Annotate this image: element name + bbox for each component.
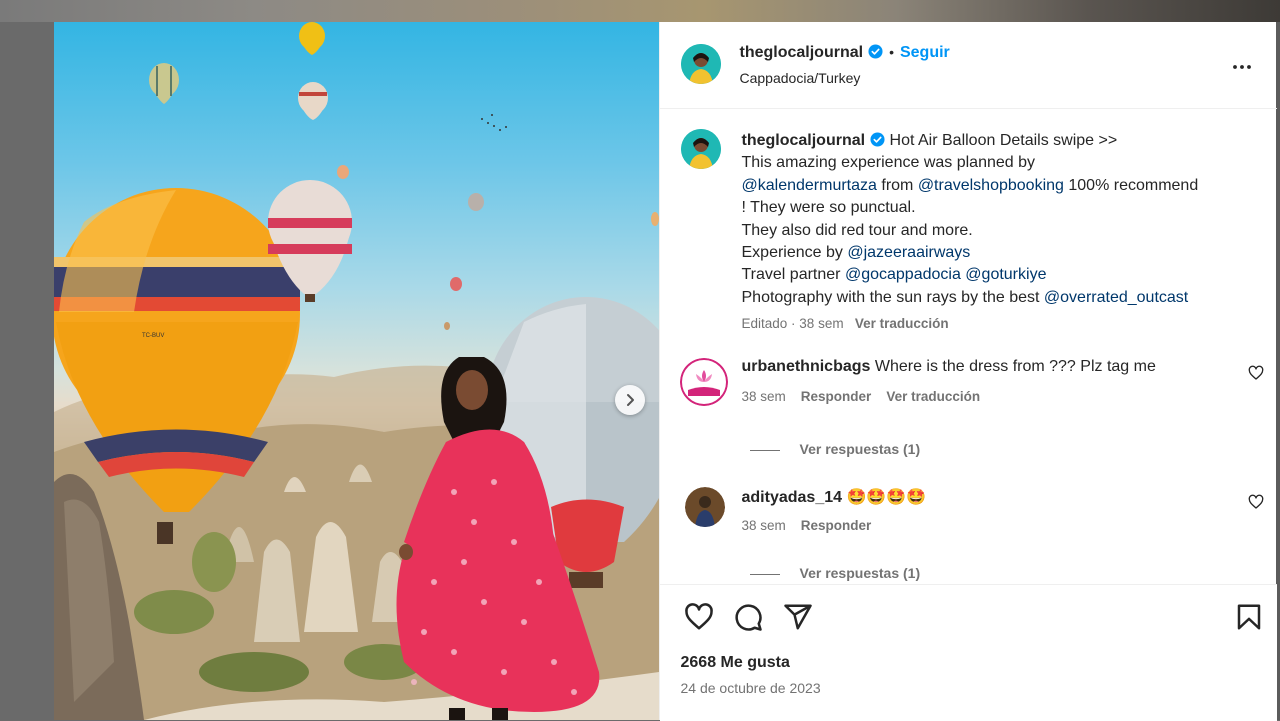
mention-link[interactable]: @goturkiye (965, 266, 1046, 283)
comment-line: adityadas_14 🤩🤩🤩🤩 (742, 487, 927, 507)
caption-text: Hot Air Balloon Details swipe >> (889, 132, 1118, 149)
avatar-image (684, 487, 725, 527)
svg-text:TC-BUV: TC-BUV (142, 333, 164, 339)
meta-separator: · (787, 316, 800, 331)
caption-line: This amazing experience was planned by (741, 154, 1036, 172)
caption-line: @kalendermurtaza from @travelshopbooking… (742, 175, 1252, 197)
comment-like-icon[interactable] (1248, 365, 1264, 381)
mention-link[interactable]: @gocappadocia (845, 266, 961, 283)
verified-badge-icon (868, 44, 883, 59)
comment-time[interactable]: 38 sem (742, 518, 786, 533)
view-replies-button[interactable]: Ver respuestas (1) (749, 441, 921, 457)
caption-text: Experience by (741, 244, 848, 262)
caption-text: 100% recommend (1063, 176, 1199, 194)
caption-line: They also did red tour and more. (741, 221, 973, 239)
mention-link[interactable]: @jazeeraairways (847, 244, 970, 261)
likes-count[interactable]: 2668 Me gusta (681, 654, 790, 672)
header-line: theglocaljournal • Seguir (740, 44, 950, 62)
more-options-icon (1232, 65, 1251, 69)
avatar-image (680, 44, 721, 84)
comment-text: Where is the dress from ??? Plz tag me (874, 358, 1156, 375)
edited-label: Editado (741, 316, 788, 331)
verified-badge-icon (870, 132, 885, 147)
caption-time[interactable]: 38 sem (799, 316, 843, 331)
next-image-button[interactable] (615, 385, 645, 415)
view-replies-label: Ver respuestas (1) (799, 565, 921, 581)
comment-avatar[interactable] (684, 487, 725, 527)
caption-text: Photography with the sun rays by the bes… (741, 288, 1044, 306)
background-overlay-left (0, 22, 54, 720)
chevron-right-icon (627, 394, 634, 406)
caption-line: Photography with the sun rays by the bes… (742, 287, 1252, 309)
post-modal: TC-BUV theglocaljournal • Seguir Cappado… (54, 22, 1277, 721)
comment-like-icon[interactable] (1248, 494, 1264, 510)
caption-meta: Editado · 38 sem Ver traducción (742, 316, 949, 331)
comment-username[interactable]: urbanethnicbags (742, 358, 871, 375)
background-overlay-right (1276, 22, 1280, 720)
post-actions-bar: 2668 Me gusta 24 de octubre de 2023 (659, 584, 1277, 721)
comment-text: 🤩🤩🤩🤩 (846, 489, 927, 506)
comment-avatar[interactable] (679, 358, 728, 406)
avatar-image (679, 358, 728, 406)
comment-meta: 38 sem Responder (742, 518, 872, 533)
bookmark-icon[interactable] (1234, 602, 1264, 632)
caption-avatar[interactable] (680, 129, 721, 169)
translate-link[interactable]: Ver traducción (855, 316, 949, 331)
caption-line: ! They were so punctual. (741, 199, 916, 217)
view-replies-button[interactable]: Ver respuestas (1) (749, 565, 921, 581)
post-side-panel: theglocaljournal • Seguir Cappadocia/Turke… (658, 22, 1277, 721)
heart-icon[interactable] (684, 602, 714, 632)
mention-link[interactable]: @travelshopbooking (918, 177, 1064, 194)
avatar-image (680, 129, 721, 169)
caption-line: Travel partner @gocappadocia @goturkiye (742, 264, 1252, 286)
comment-line: urbanethnicbags Where is the dress from … (742, 358, 1156, 376)
replies-divider (749, 573, 780, 575)
send-icon[interactable] (783, 602, 813, 632)
translate-link[interactable]: Ver traducción (886, 389, 980, 404)
caption-text: Travel partner (741, 266, 845, 284)
comment-username[interactable]: adityadas_14 (742, 489, 843, 506)
post-date: 24 de octubre de 2023 (680, 680, 821, 696)
avatar[interactable] (680, 44, 721, 84)
comment-time[interactable]: 38 sem (742, 389, 786, 404)
mention-link[interactable]: @kalendermurtaza (742, 177, 877, 194)
reply-button[interactable]: Responder (801, 389, 872, 404)
more-options-button[interactable] (1230, 55, 1254, 79)
caption-line: Experience by @jazeeraairways (742, 242, 1252, 264)
post-header: theglocaljournal • Seguir Cappadocia/Turke… (659, 22, 1277, 109)
post-caption: theglocaljournal Hot Air Balloon Details… (742, 130, 1252, 309)
cappadocia-balloon-photo: TC-BUV (54, 22, 659, 720)
background-feed-strip (0, 0, 1280, 22)
follow-button[interactable]: Seguir (900, 44, 950, 61)
separator-dot: • (889, 44, 894, 60)
caption-text: from (876, 176, 918, 194)
comment-icon[interactable] (733, 602, 763, 632)
replies-divider (749, 449, 780, 451)
caption-line: theglocaljournal Hot Air Balloon Details… (742, 130, 1252, 152)
mention-link[interactable]: @overrated_outcast (1044, 289, 1188, 306)
comment-meta: 38 sem Responder Ver traducción (742, 389, 981, 404)
caption-username[interactable]: theglocaljournal (742, 132, 866, 149)
post-image[interactable]: TC-BUV (54, 22, 659, 720)
post-username[interactable]: theglocaljournal (740, 44, 864, 61)
post-location[interactable]: Cappadocia/Turkey (740, 70, 861, 86)
reply-button[interactable]: Responder (801, 518, 872, 533)
view-replies-label: Ver respuestas (1) (799, 441, 921, 457)
